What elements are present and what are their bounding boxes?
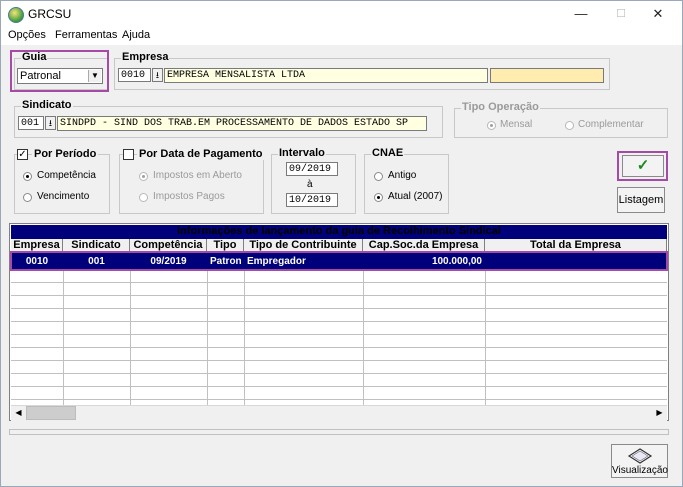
grid-row-divider [11,373,667,374]
maximize-button[interactable]: ☐ [606,5,636,23]
empresa-extra-field [490,68,604,83]
menu-opcoes[interactable]: Opções [8,29,46,41]
grid-column-divider [363,269,364,405]
mensal-label: Mensal [500,119,533,130]
grid-row-divider [11,347,667,348]
ok-button[interactable]: ✓ [622,155,664,177]
intervalo-from-input[interactable]: 09/2019 [286,162,338,176]
empresa-lookup-icon[interactable]: ⭳ [152,68,163,82]
listagem-button[interactable]: Listagem [617,187,665,213]
grid-column-divider [244,269,245,405]
por-data-pagamento-group [119,154,264,214]
title-bar: GRCSU — ☐ ✕ [1,1,682,27]
cnae-atual-radio[interactable] [374,193,383,202]
preview-icon [627,448,653,464]
complementar-label: Complementar [578,119,644,130]
impostos-em-aberto-label: Impostos em Aberto [153,170,242,181]
vencimento-label: Vencimento [37,191,90,202]
sindicato-code-input[interactable]: 001 [18,116,44,130]
cnae-label: CNAE [371,147,405,159]
intervalo-separator: à [307,179,313,190]
mensal-radio[interactable] [487,121,496,130]
grid-row-divider [11,360,667,361]
grid-row-divider [11,399,667,400]
visualizacao-label: Visualização [612,465,668,476]
por-periodo-label: Por Período [32,148,99,160]
scroll-right-icon[interactable]: ▶ [653,407,666,419]
grid-row-divider [11,334,667,335]
cnae-atual-label: Atual (2007) [388,191,443,202]
competencia-label: Competência [37,170,96,181]
grid-row-divider [11,308,667,309]
por-data-pagamento-label: Por Data de Pagamento [137,148,265,160]
window-title: GRCSU [28,7,72,21]
menu-bar: Opções Ferramentas Ajuda [1,27,682,45]
vencimento-radio[interactable] [23,193,32,202]
sindicato-label: Sindicato [21,99,73,111]
por-periodo-group [14,154,110,214]
scroll-thumb[interactable] [26,406,76,420]
minimize-button[interactable]: — [566,5,596,23]
grid-band-title: Informações de lançamento da guia de Rec… [11,225,667,239]
app-icon [8,7,24,23]
visualizacao-button[interactable]: Visualização [611,444,668,478]
impostos-pagos-label: Impostos Pagos [153,191,225,202]
main-window: GRCSU — ☐ ✕ Opções Ferramentas Ajuda Gui… [0,0,683,487]
por-data-pagamento-checkbox[interactable] [123,149,134,160]
sindicato-name-field: SINDPD - SIND DOS TRAB.EM PROCESSAMENTO … [57,116,427,131]
grid-row-divider [11,295,667,296]
intervalo-to-input[interactable]: 10/2019 [286,193,338,207]
status-strip [9,429,669,435]
close-button[interactable]: ✕ [643,5,673,23]
impostos-pagos-radio[interactable] [139,193,148,202]
impostos-em-aberto-radio[interactable] [139,172,148,181]
empresa-code-input[interactable]: 0010 [118,68,151,82]
cnae-group: CNAE [364,147,449,214]
row-highlight [10,251,668,271]
menu-ajuda[interactable]: Ajuda [122,29,150,41]
grid-column-divider [63,269,64,405]
empresa-name-field: EMPRESA MENSALISTA LTDA [164,68,488,83]
menu-ferramentas[interactable]: Ferramentas [55,29,117,41]
cnae-antigo-radio[interactable] [374,172,383,181]
intervalo-label: Intervalo [278,147,326,159]
check-icon: ✓ [636,157,650,174]
tipo-operacao-label: Tipo Operação [461,101,540,113]
grid-row-divider [11,282,667,283]
competencia-radio[interactable] [23,172,32,181]
grid-column-divider [207,269,208,405]
empresa-label: Empresa [121,51,170,63]
guia-highlight [10,50,109,92]
complementar-radio[interactable] [565,121,574,130]
grid-row-divider [11,321,667,322]
grid-column-divider [485,269,486,405]
sindicato-lookup-icon[interactable]: ⭳ [45,116,56,130]
grid-row-divider [11,386,667,387]
cnae-antigo-label: Antigo [388,170,417,181]
por-periodo-checkbox[interactable]: ✓ [17,149,28,160]
listagem-label: Listagem [618,194,664,206]
grid-column-divider [130,269,131,405]
scroll-left-icon[interactable]: ◀ [12,407,25,419]
horizontal-scrollbar[interactable] [11,405,667,421]
